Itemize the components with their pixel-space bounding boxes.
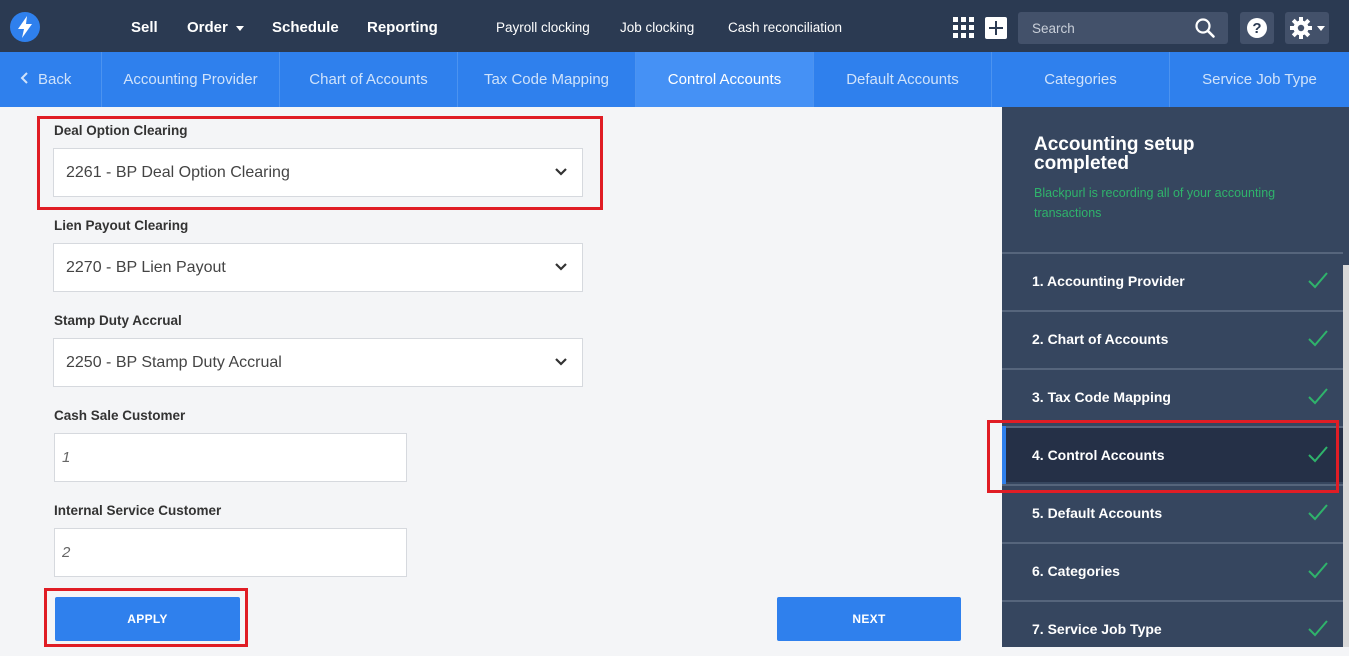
- panel-scrollbar[interactable]: [1343, 265, 1349, 647]
- tab-accounting-provider[interactable]: Accounting Provider: [102, 52, 280, 107]
- checkmark-icon: [1308, 272, 1328, 289]
- step-label: 2. Chart of Accounts: [1032, 331, 1169, 347]
- help-icon: ?: [1247, 18, 1267, 38]
- step-label: 5. Default Accounts: [1032, 505, 1163, 521]
- search-icon[interactable]: [1194, 17, 1216, 39]
- panel-subtitle: Blackpurl is recording all of your accou…: [1034, 186, 1276, 220]
- step-label: 3. Tax Code Mapping: [1032, 389, 1171, 405]
- internal-service-customer-label: Internal Service Customer: [54, 503, 222, 518]
- nav-order[interactable]: Order: [187, 0, 244, 52]
- tab-categories[interactable]: Categories: [992, 52, 1170, 107]
- cash-sale-customer-label: Cash Sale Customer: [54, 408, 186, 423]
- plus-icon[interactable]: [985, 17, 1007, 39]
- tab-service-job-type[interactable]: Service Job Type: [1170, 52, 1349, 107]
- chevron-down-icon: [555, 263, 567, 271]
- highlight-deal-option-clearing: [37, 116, 603, 210]
- stamp-duty-accrual-label: Stamp Duty Accrual: [54, 313, 182, 328]
- lien-payout-clearing-value: 2270 - BP Lien Payout: [66, 259, 226, 276]
- lightning-bolt-icon[interactable]: [10, 12, 40, 42]
- help-button[interactable]: ?: [1240, 12, 1274, 44]
- search-input[interactable]: [1018, 12, 1192, 44]
- step-service-job-type[interactable]: 7. Service Job Type: [1002, 600, 1343, 656]
- highlight-apply-button: [44, 588, 248, 647]
- step-accounting-provider[interactable]: 1. Accounting Provider: [1002, 252, 1343, 308]
- panel-title: Accounting setup completed: [1034, 134, 1195, 174]
- nav-payroll-clocking[interactable]: Payroll clocking: [496, 0, 590, 52]
- tab-chart-of-accounts[interactable]: Chart of Accounts: [280, 52, 458, 107]
- stamp-duty-accrual-select[interactable]: 2250 - BP Stamp Duty Accrual: [53, 338, 583, 387]
- internal-service-customer-field: [54, 528, 407, 577]
- back-label: Back: [38, 71, 72, 88]
- next-button[interactable]: NEXT: [777, 597, 961, 641]
- nav-job-clocking[interactable]: Job clocking: [620, 0, 694, 52]
- checkmark-icon: [1308, 562, 1328, 579]
- settings-button[interactable]: [1285, 12, 1329, 44]
- tab-tax-code-mapping[interactable]: Tax Code Mapping: [458, 52, 636, 107]
- lien-payout-clearing-select[interactable]: 2270 - BP Lien Payout: [53, 243, 583, 292]
- nav-cash-reconciliation[interactable]: Cash reconciliation: [728, 0, 842, 52]
- setup-tab-bar: Back Accounting Provider Chart of Accoun…: [0, 52, 1349, 107]
- tab-default-accounts[interactable]: Default Accounts: [814, 52, 992, 107]
- tab-control-accounts[interactable]: Control Accounts: [636, 52, 814, 107]
- lien-payout-clearing-label: Lien Payout Clearing: [54, 218, 189, 233]
- nav-schedule[interactable]: Schedule: [272, 0, 339, 52]
- step-label: 6. Categories: [1032, 563, 1120, 579]
- chevron-down-icon: [1317, 26, 1325, 31]
- setup-progress-panel: Accounting setup completed Blackpurl is …: [1002, 107, 1349, 647]
- checkmark-icon: [1308, 388, 1328, 405]
- chevron-left-icon: [20, 72, 28, 84]
- nav-sell[interactable]: Sell: [131, 0, 158, 52]
- step-chart-of-accounts[interactable]: 2. Chart of Accounts: [1002, 310, 1343, 366]
- step-categories[interactable]: 6. Categories: [1002, 542, 1343, 598]
- nav-order-label: Order: [187, 19, 228, 36]
- cash-sale-customer-field: [54, 433, 407, 482]
- internal-service-customer-input[interactable]: [55, 529, 382, 576]
- stamp-duty-accrual-value: 2250 - BP Stamp Duty Accrual: [66, 354, 282, 371]
- search-box: [1018, 12, 1228, 44]
- chevron-down-icon: [555, 358, 567, 366]
- back-button[interactable]: Back: [0, 52, 102, 107]
- step-tax-code-mapping[interactable]: 3. Tax Code Mapping: [1002, 368, 1343, 424]
- chevron-down-icon: [235, 25, 244, 31]
- nav-reporting[interactable]: Reporting: [367, 0, 438, 52]
- top-navigation: Sell Order Schedule Reporting Payroll cl…: [0, 0, 1349, 52]
- cash-sale-customer-input[interactable]: [55, 434, 382, 481]
- checkmark-icon: [1308, 504, 1328, 521]
- highlight-control-accounts-step: [987, 420, 1339, 493]
- checkmark-icon: [1308, 330, 1328, 347]
- step-label: 1. Accounting Provider: [1032, 273, 1185, 289]
- gear-icon: [1290, 17, 1312, 39]
- step-label: 7. Service Job Type: [1032, 621, 1162, 637]
- apps-grid-icon[interactable]: [953, 17, 974, 38]
- checkmark-icon: [1308, 620, 1328, 637]
